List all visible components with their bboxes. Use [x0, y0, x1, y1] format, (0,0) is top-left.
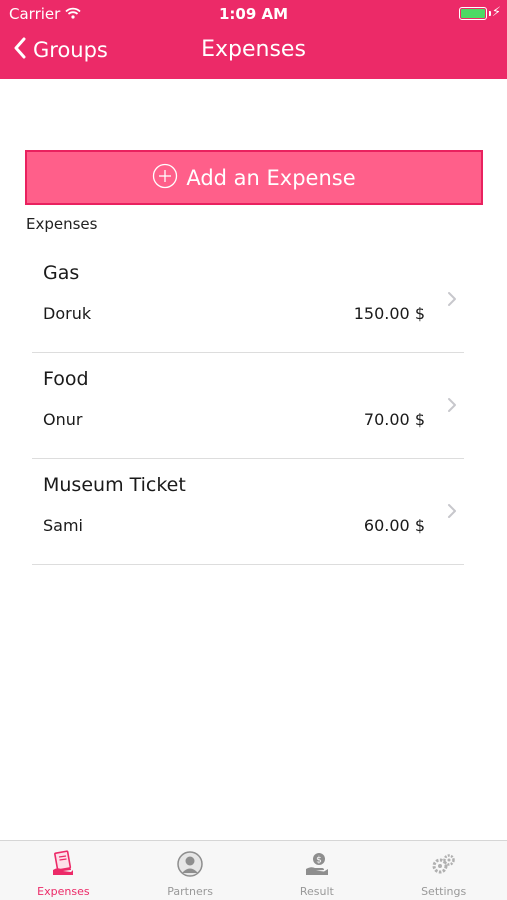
battery-nub: [489, 11, 491, 16]
tab-label: Expenses: [37, 885, 90, 898]
chevron-right-icon: [447, 503, 457, 523]
tab-label: Result: [299, 885, 334, 898]
expense-amount: 150.00 $: [353, 304, 425, 323]
chevron-right-icon: [447, 291, 457, 311]
expense-payer: Doruk: [43, 304, 92, 323]
expense-title: Museum Ticket: [43, 474, 186, 496]
tab-settings[interactable]: Settings: [380, 841, 507, 900]
list-item[interactable]: Food Onur 70.00 $: [0, 353, 507, 459]
add-expense-button[interactable]: Add an Expense: [25, 150, 483, 205]
add-expense-label: Add an Expense: [186, 165, 356, 190]
tab-result[interactable]: $ Result: [254, 841, 381, 900]
expense-payer: Sami: [43, 516, 83, 535]
receipt-icon: [51, 850, 75, 878]
money-hand-icon: $: [304, 850, 330, 878]
back-label: Groups: [33, 38, 108, 62]
status-bar: Carrier 1:09 AM ⚡: [0, 0, 507, 28]
charging-bolt-icon: ⚡: [491, 5, 501, 20]
header: Carrier 1:09 AM ⚡ Groups Expenses: [0, 0, 507, 79]
tab-label: Settings: [421, 885, 467, 898]
list-item[interactable]: Museum Ticket Sami 60.00 $: [0, 459, 507, 565]
tab-label: Partners: [167, 885, 213, 898]
plus-circle-icon: [152, 163, 178, 193]
expense-amount: 60.00 $: [363, 516, 425, 535]
status-time: 1:09 AM: [218, 5, 289, 23]
svg-text:$: $: [316, 856, 322, 866]
chevron-left-icon: [13, 37, 27, 63]
back-button[interactable]: Groups: [13, 37, 108, 63]
tab-bar: Expenses Partners $ Result Settings: [0, 840, 507, 900]
chevron-right-icon: [447, 397, 457, 417]
battery-icon: [459, 7, 487, 20]
list-item[interactable]: Gas Doruk 150.00 $: [0, 247, 507, 353]
tab-expenses[interactable]: Expenses: [0, 841, 127, 900]
person-icon: [177, 850, 203, 878]
expense-payer: Onur: [43, 410, 83, 429]
expense-title: Food: [43, 368, 89, 390]
gears-icon: [431, 850, 457, 878]
expense-amount: 70.00 $: [363, 410, 425, 429]
tab-partners[interactable]: Partners: [127, 841, 254, 900]
section-label: Expenses: [26, 215, 98, 233]
expense-list: Gas Doruk 150.00 $ Food Onur 70.00 $ Mus…: [0, 247, 507, 565]
expense-title: Gas: [43, 262, 80, 284]
